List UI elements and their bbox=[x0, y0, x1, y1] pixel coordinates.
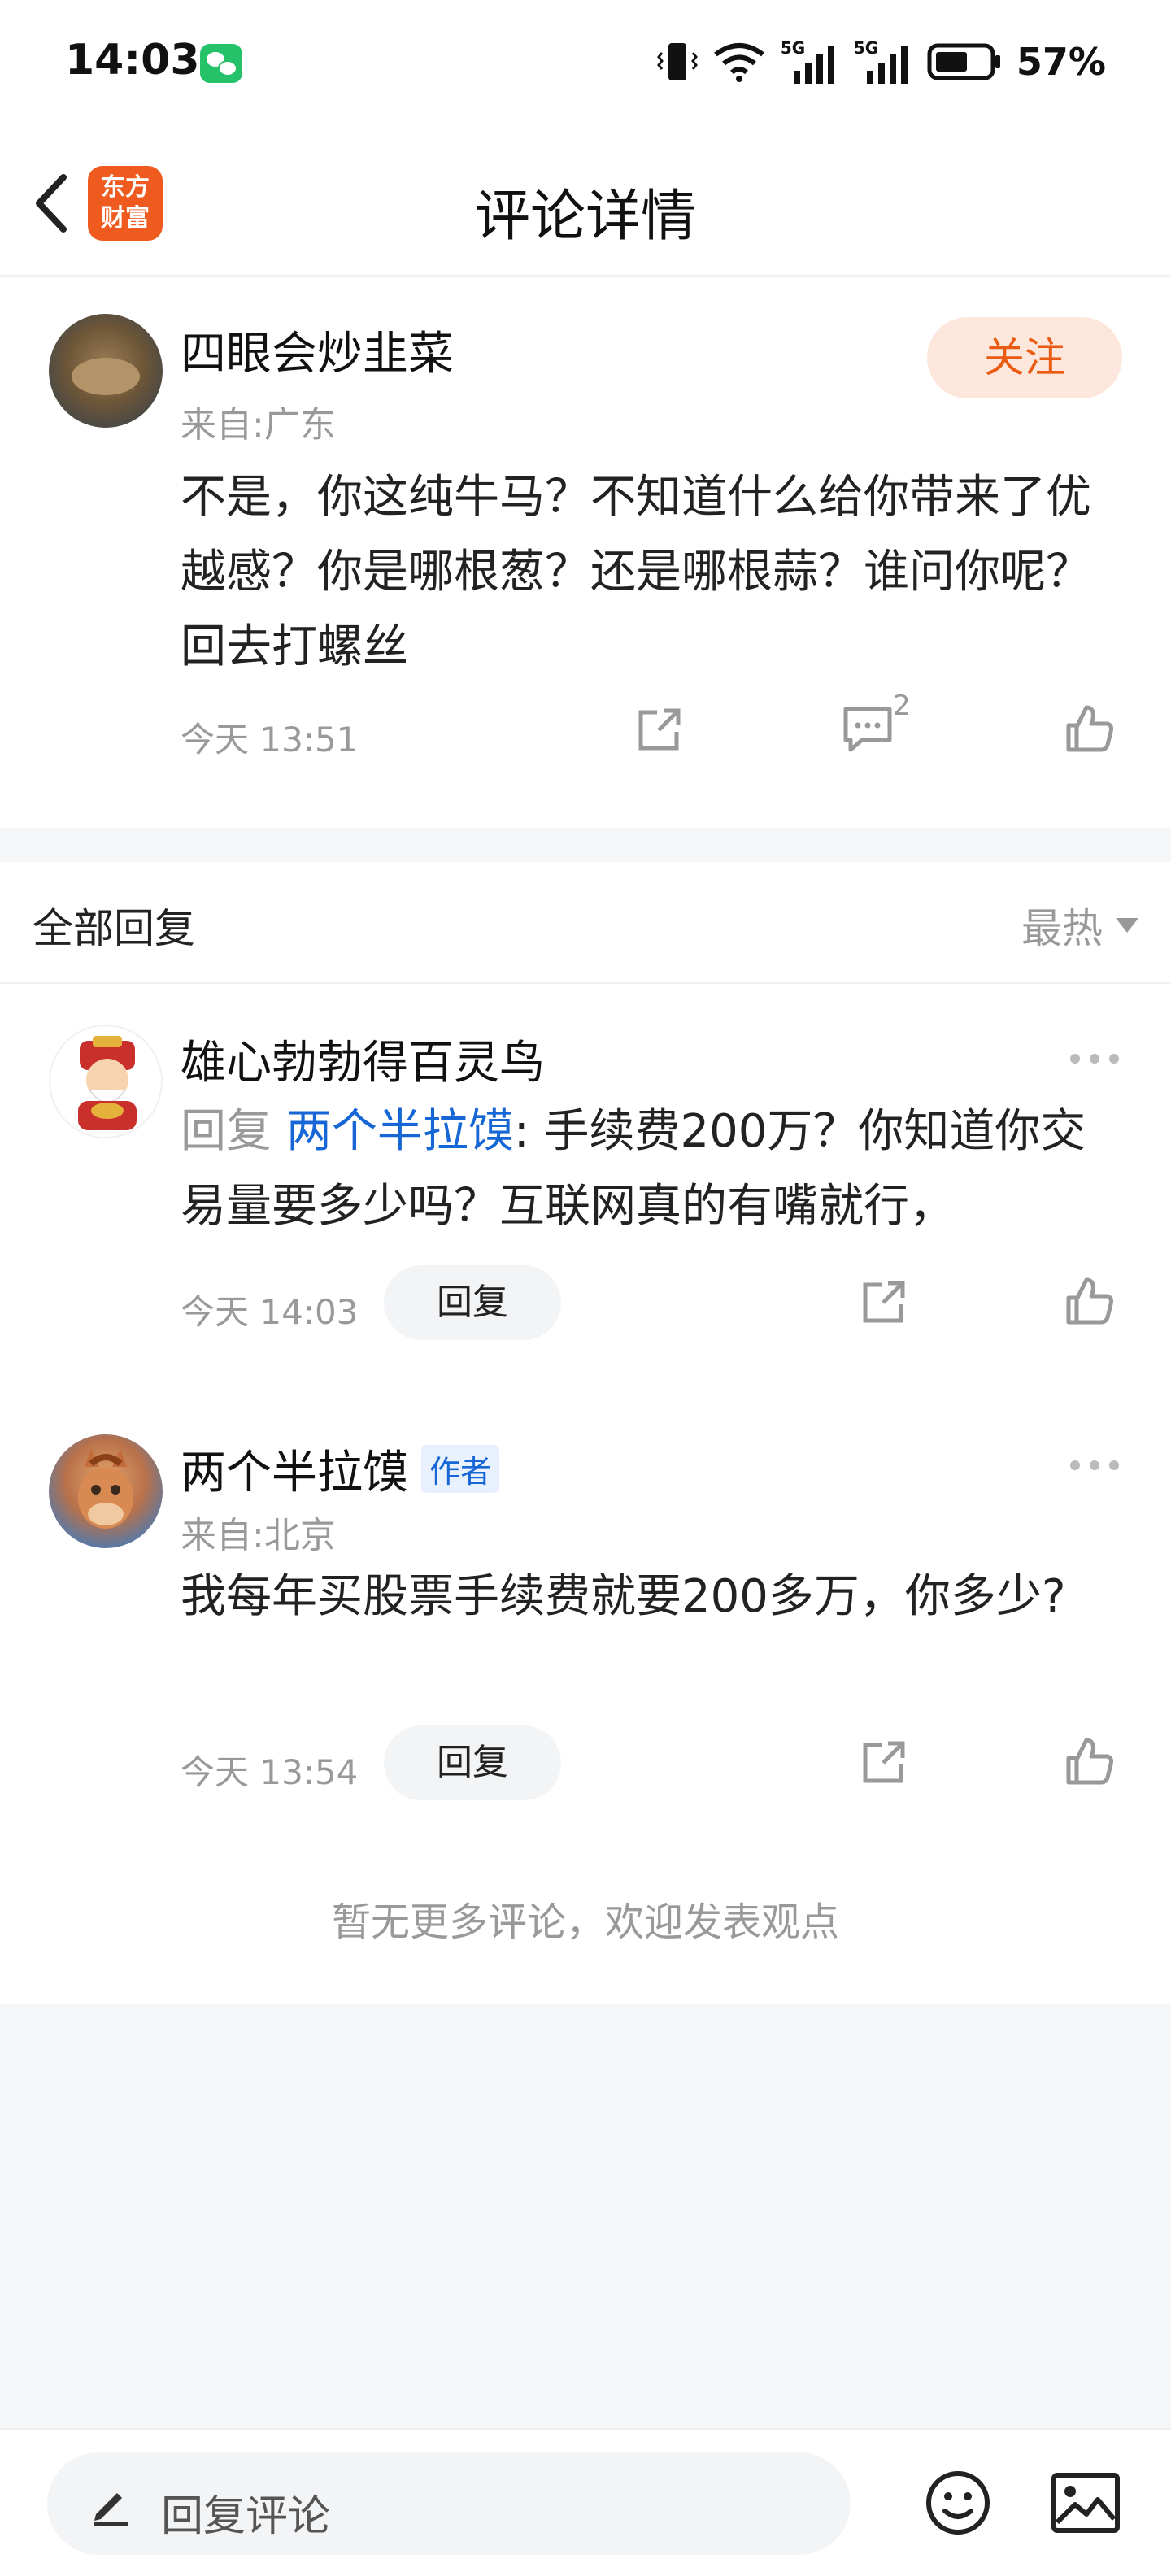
horse-cartoon-avatar-image bbox=[78, 1449, 133, 1529]
like-icon[interactable] bbox=[1064, 1275, 1116, 1327]
reply-time: 今天 14:03 bbox=[181, 1292, 359, 1332]
wifi-icon bbox=[714, 43, 764, 82]
avatar[interactable] bbox=[49, 314, 163, 428]
signal-5g-icon-1: 5G bbox=[781, 38, 839, 84]
comment-count: 2 bbox=[893, 690, 911, 722]
reply-time: 今天 13:54 bbox=[181, 1752, 359, 1792]
app-logo[interactable]: 东方 财富 bbox=[88, 166, 163, 241]
avatar[interactable] bbox=[49, 1025, 163, 1138]
comment-count-button[interactable]: 2 bbox=[841, 690, 922, 758]
reply-username[interactable]: 雄心勃勃得百灵鸟 bbox=[181, 1026, 545, 1092]
battery-icon bbox=[927, 43, 1000, 80]
like-icon[interactable] bbox=[1064, 1735, 1116, 1787]
avatar[interactable] bbox=[49, 1434, 163, 1548]
comment-icon bbox=[843, 707, 892, 752]
triangle-down-icon bbox=[1116, 918, 1138, 933]
all-replies-label: 全部回复 bbox=[33, 905, 195, 952]
share-icon[interactable] bbox=[859, 1277, 909, 1327]
reply-content: 我每年买股票手续费就要200多万，你多少? bbox=[181, 1570, 1066, 1623]
reply-comment-input[interactable]: 回复评论 bbox=[47, 2452, 851, 2555]
pencil-icon bbox=[94, 2493, 128, 2526]
signal-5g-icon-2: 5G bbox=[854, 38, 912, 84]
reply-button[interactable]: 回复 bbox=[384, 1265, 561, 1340]
reply-to-link[interactable]: 两个半拉馍 bbox=[286, 1105, 514, 1158]
author-badge: 作者 bbox=[421, 1445, 500, 1493]
reply-button[interactable]: 回复 bbox=[384, 1725, 561, 1800]
status-bar: 14:03 5G 5G 57% bbox=[0, 0, 1171, 130]
sort-dropdown[interactable]: 最热 bbox=[1021, 896, 1138, 955]
comment-time: 今天 13:51 bbox=[181, 720, 359, 759]
fortune-god-avatar-image bbox=[78, 1036, 137, 1130]
vibrate-icon bbox=[656, 43, 698, 80]
page-title: 评论详情 bbox=[474, 185, 696, 249]
battery-percentage: 57% bbox=[1016, 40, 1106, 84]
reply-item: 雄心勃勃得百灵鸟 回复 两个半拉馍: 手续费200万？你知道你交易量要多少吗？互… bbox=[0, 984, 1171, 1374]
status-icons: 5G 5G 57% bbox=[656, 37, 1106, 86]
more-options-button[interactable] bbox=[1070, 1460, 1119, 1470]
sort-label: 最热 bbox=[1021, 905, 1103, 952]
comment-content: 不是，你这纯牛马？不知道什么给你带来了优越感？你是哪根葱？还是哪根蒜？谁问你呢？… bbox=[181, 471, 1091, 673]
top-nav: 评论详情 东方 财富 bbox=[0, 130, 1171, 276]
reply-item: 两个半拉馍 作者 来自:北京 我每年买股票手续费就要200多万，你多少? 今天 … bbox=[0, 1390, 1171, 1813]
replies-header: 全部回复 最热 bbox=[0, 862, 1171, 984]
wechat-notification-icon bbox=[200, 44, 242, 83]
section-divider bbox=[0, 828, 1171, 862]
reply-label: 回复 bbox=[181, 1105, 272, 1158]
replies-section: 全部回复 最热 雄心勃勃得百灵鸟 回复 两个半拉馍: 手续费200万？你知道你交… bbox=[0, 862, 1171, 2004]
bottom-input-bar: 回复评论 bbox=[0, 2428, 1171, 2576]
status-time: 14:03 bbox=[65, 36, 200, 85]
reply-user-header: 两个半拉馍 作者 bbox=[181, 1436, 500, 1502]
share-icon[interactable] bbox=[634, 704, 685, 755]
comment-source: 来自:广东 bbox=[181, 404, 336, 446]
follow-button[interactable]: 关注 bbox=[927, 317, 1122, 398]
reply-content: 回复 两个半拉馍: 手续费200万？你知道你交易量要多少吗？互联网真的有嘴就行， bbox=[181, 1094, 1124, 1244]
share-icon[interactable] bbox=[859, 1737, 909, 1787]
back-arrow-icon[interactable] bbox=[24, 171, 81, 236]
reply-source: 来自:北京 bbox=[181, 1515, 336, 1556]
reply-input-placeholder: 回复评论 bbox=[161, 2492, 331, 2541]
image-icon[interactable] bbox=[1051, 2472, 1121, 2534]
more-options-button[interactable] bbox=[1070, 1054, 1119, 1064]
main-comment-card: 四眼会炒韭菜 来自:广东 关注 不是，你这纯牛马？不知道什么给你带来了优越感？你… bbox=[0, 278, 1171, 828]
comment-username[interactable]: 四眼会炒韭菜 bbox=[181, 317, 454, 383]
logo-text-line2: 财富 bbox=[101, 204, 150, 233]
like-icon[interactable] bbox=[1064, 703, 1116, 755]
no-more-comments-text: 暂无更多评论，欢迎发表观点 bbox=[331, 1899, 839, 1945]
logo-text-line1: 东方 bbox=[101, 173, 150, 202]
emoji-icon[interactable] bbox=[924, 2469, 992, 2537]
reply-username[interactable]: 两个半拉馍 bbox=[181, 1436, 408, 1502]
